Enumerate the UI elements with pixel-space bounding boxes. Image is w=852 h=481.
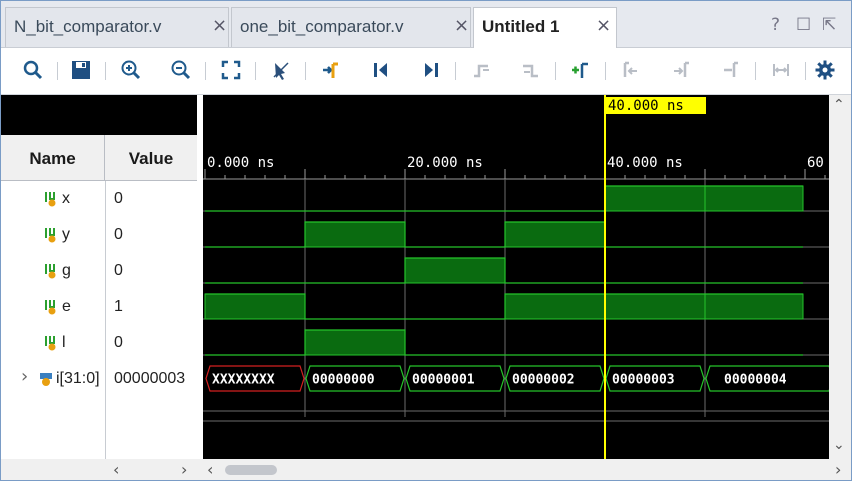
wire-signal-icon (45, 228, 56, 243)
wave-high-segment-y (304, 221, 406, 248)
signal-row-e[interactable]: e1 (1, 289, 197, 325)
signal-row-g[interactable]: g0 (1, 253, 197, 289)
waveform-window: N_bit_comparator.v × one_bit_comparator.… (0, 0, 852, 481)
signal-value: 0 (114, 226, 123, 243)
zoom-out-icon[interactable] (167, 56, 195, 84)
signal-row-i310[interactable]: › i[31:0] 00000003 (1, 361, 197, 397)
waveform-canvas[interactable]: 0.000 ns 20.000 ns 40.000 ns 60 XXXXXXXX 0000… (203, 95, 829, 459)
float-icon[interactable]: ⇱ (822, 15, 836, 35)
zoom-in-icon[interactable] (117, 56, 145, 84)
time-tick-label: 0.000 ns (207, 155, 274, 171)
time-tick-label: 20.000 ns (407, 155, 483, 171)
tab-label: Untitled 1 (482, 17, 560, 36)
bus-signal-icon (40, 373, 52, 386)
tab-label: one_bit_comparator.v (240, 17, 404, 36)
previous-transition-icon[interactable] (467, 56, 495, 84)
wire-signal-icon (45, 264, 56, 279)
signal-name: e (62, 298, 71, 315)
bus-value-label: 00000001 (412, 373, 475, 388)
help-icon[interactable]: ? (771, 15, 780, 35)
wave-high-segment-l (304, 329, 406, 356)
wave-high-segment-y (504, 221, 606, 248)
cursor-time-label: 40.000 ns (608, 98, 684, 114)
names-scroll-right-icon[interactable]: › (181, 460, 187, 479)
wave-trace-l (205, 329, 803, 356)
signal-row-l[interactable]: l0 (1, 325, 197, 361)
cursor-icon[interactable] (267, 56, 295, 84)
tab-bar: N_bit_comparator.v × one_bit_comparator.… (1, 1, 851, 48)
signal-value: 0 (114, 262, 123, 279)
wave-high-segment-x (604, 185, 706, 212)
wire-signal-icon (45, 300, 56, 315)
swap-cursors-icon[interactable] (717, 56, 745, 84)
signal-value: 0 (114, 190, 123, 207)
signal-name: i[31:0] (56, 370, 100, 387)
bus-value-label: 00000003 (612, 373, 675, 388)
bus-value-label: 00000002 (512, 373, 575, 388)
close-icon[interactable]: × (212, 16, 227, 36)
signal-name: g (62, 262, 71, 279)
maximize-icon[interactable]: ☐ (796, 15, 811, 35)
signal-name: x (62, 190, 70, 207)
signal-row-x[interactable]: x0 (1, 181, 197, 217)
horizontal-scrollbar[interactable]: ‹ › ‹ › (1, 459, 851, 480)
previous-marker-icon[interactable] (617, 56, 645, 84)
bus-value-label: 00000000 (312, 373, 375, 388)
close-icon[interactable]: × (454, 16, 469, 36)
signal-value: 0 (114, 334, 123, 351)
wire-signal-icon (45, 336, 56, 351)
vertical-scrollbar[interactable]: ⌃ ⌄ (829, 95, 851, 459)
scroll-thumb[interactable] (225, 465, 277, 475)
signal-row-y[interactable]: y0 (1, 217, 197, 253)
bus-value-label: XXXXXXXX (212, 373, 275, 388)
next-marker-icon[interactable] (667, 56, 695, 84)
signal-name: y (62, 226, 70, 243)
value-column-header[interactable]: Value (105, 135, 197, 181)
time-tick-label: 40.000 ns (607, 155, 683, 171)
wave-high-segment-e (204, 293, 306, 320)
wave-scroll-right-icon[interactable]: › (835, 460, 841, 479)
name-column-header[interactable]: Name (1, 135, 105, 181)
go-to-end-icon[interactable] (417, 56, 445, 84)
tab-untitled-1[interactable]: Untitled 1 × (473, 7, 617, 48)
zoom-fit-icon[interactable] (217, 56, 245, 84)
wave-high-segment-g (404, 257, 506, 284)
signal-value: 00000003 (114, 370, 186, 387)
bus-value-label: 00000004 (724, 373, 787, 388)
expand-chevron-icon[interactable]: › (21, 366, 28, 387)
snap-icon[interactable] (767, 56, 795, 84)
names-panel-top (1, 95, 197, 135)
wave-scroll-left-icon[interactable]: ‹ (207, 460, 213, 479)
wave-high-segment-x (704, 185, 804, 212)
go-to-cursor-icon[interactable] (317, 56, 345, 84)
go-to-start-icon[interactable] (367, 56, 395, 84)
name-header-label: Name (29, 149, 76, 168)
scroll-up-icon[interactable]: ⌃ (833, 97, 845, 113)
signal-value: 1 (114, 298, 123, 315)
wire-signal-icon (45, 192, 56, 207)
signal-name: l (62, 334, 66, 351)
value-header-label: Value (128, 149, 174, 168)
wave-high-segment-e (504, 293, 606, 320)
wave-high-segment-e (704, 293, 804, 320)
save-icon[interactable] (67, 56, 95, 84)
toolbar (1, 48, 851, 95)
close-icon[interactable]: × (596, 16, 611, 36)
add-marker-icon[interactable] (567, 56, 595, 84)
wave-trace-y (205, 221, 803, 248)
signal-list: x 0 y 0 g 0 e 1 l 0 › i[31:0] 00000003 (1, 181, 197, 459)
tab-one-bit-comparator[interactable]: one_bit_comparator.v × (231, 7, 471, 47)
tab-n-bit-comparator[interactable]: N_bit_comparator.v × (5, 7, 229, 47)
settings-gear-icon[interactable] (811, 56, 839, 84)
zoom-icon[interactable] (19, 56, 47, 84)
names-scroll-left-icon[interactable]: ‹ (113, 460, 119, 479)
scroll-down-icon[interactable]: ⌄ (833, 437, 845, 453)
time-tick-label: 60 (807, 155, 824, 171)
next-transition-icon[interactable] (517, 56, 545, 84)
tab-label: N_bit_comparator.v (14, 17, 162, 36)
wave-high-segment-e (604, 293, 706, 320)
